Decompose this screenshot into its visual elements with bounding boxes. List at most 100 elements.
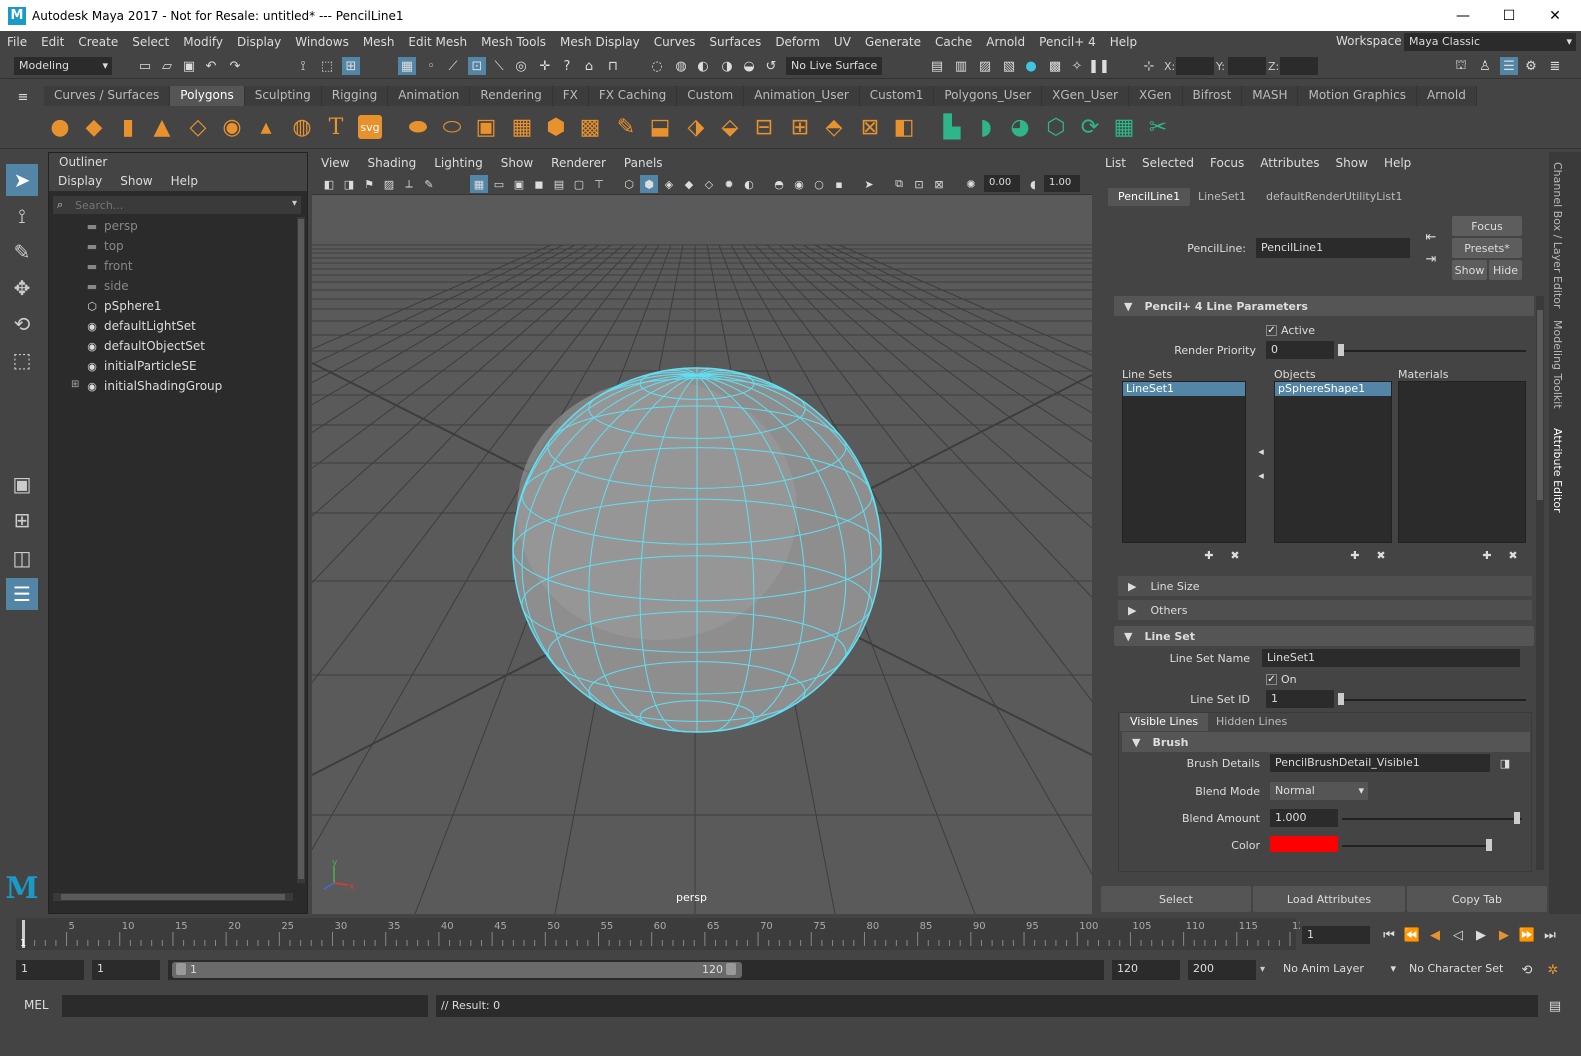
snap-curve-icon[interactable]: ◦ (422, 57, 440, 75)
append-icon[interactable]: ⬗ (682, 113, 710, 141)
lasso-tool-icon[interactable]: ⟟ (6, 200, 38, 232)
script-editor-icon[interactable]: ▤ (1546, 997, 1564, 1015)
uv-unfold-icon[interactable]: ⟳ (1076, 113, 1104, 141)
tab-attribute-editor[interactable]: Attribute Editor (1551, 428, 1564, 513)
play-forward-icon[interactable]: ▶ (1472, 926, 1490, 944)
bevel-icon[interactable]: ▩ (576, 113, 604, 141)
gate-mask-icon[interactable]: ◼ (530, 175, 548, 193)
paint-select-tool-icon[interactable]: ✎ (6, 236, 38, 268)
shelf-tab-curves-surfaces[interactable]: Curves / Surfaces (44, 86, 171, 106)
offset-edge-loop-icon[interactable]: ⊞ (786, 113, 814, 141)
outliner-item[interactable]: ◉ defaultObjectSet (85, 336, 205, 356)
fill-hole-icon[interactable]: ⬙ (716, 113, 744, 141)
four-view-icon[interactable]: ⊞ (6, 504, 38, 536)
viewport-menu-shading[interactable]: Shading (358, 156, 425, 170)
live-surface-field[interactable]: No Live Surface (786, 57, 882, 75)
ae-menu-focus[interactable]: Focus (1202, 156, 1252, 170)
outliner-vscrollbar[interactable] (297, 217, 305, 883)
gamma-icon[interactable]: ◖ (1024, 175, 1042, 193)
menu-mesh[interactable]: Mesh (356, 35, 402, 49)
uv-cylindrical-icon[interactable]: ◗ (972, 113, 1000, 141)
step-forward-key-icon[interactable]: ⏩ (1518, 926, 1536, 944)
menu-select[interactable]: Select (125, 35, 176, 49)
light-editor-icon[interactable]: ✧ (1068, 57, 1086, 75)
character-controls-icon[interactable]: ♙ (1476, 57, 1494, 75)
menu-pencil[interactable]: Pencil+ 4 (1032, 35, 1103, 49)
viewport-menu-show[interactable]: Show (492, 156, 542, 170)
attribute-editor-scrollbar[interactable] (1536, 296, 1544, 870)
shadows-icon[interactable]: ◐ (740, 175, 758, 193)
move-tool-icon[interactable]: ✥ (6, 272, 38, 304)
step-forward-frame-icon[interactable]: ▶ (1495, 926, 1513, 944)
snap-view-icon[interactable]: ⊡ (468, 57, 486, 75)
remove-left-arrow-icon[interactable]: ◂ (1252, 466, 1270, 484)
ae-menu-show[interactable]: Show (1328, 156, 1376, 170)
shelf-tab-fx[interactable]: FX (552, 86, 589, 106)
line-set-name-input[interactable]: LineSet1 (1262, 649, 1520, 667)
copy-tab-button[interactable]: Copy Tab (1407, 886, 1547, 912)
animation-end-input[interactable]: 200 (1188, 960, 1256, 980)
active-checkbox[interactable]: ✓ Active (1266, 324, 1315, 337)
camera-frame-icon[interactable]: ⧉ (890, 175, 908, 193)
blend-amount-slider[interactable] (1342, 818, 1522, 820)
textured-icon[interactable]: ◆ (680, 175, 698, 193)
tab-defaultrenderutilitylist1[interactable]: defaultRenderUtilityList1 (1256, 188, 1412, 206)
symmetry-icon[interactable]: ◑ (718, 57, 736, 75)
render-setup-icon[interactable]: ▩ (1046, 57, 1064, 75)
camera-select-icon[interactable]: ◧ (320, 175, 338, 193)
shelf-tab-polygons[interactable]: Polygons (170, 86, 245, 106)
outliner-menu-display[interactable]: Display (49, 174, 111, 188)
menu-edit[interactable]: Edit (34, 35, 71, 49)
character-set-dropdown[interactable]: No Character Set (1404, 960, 1510, 980)
ae-menu-selected[interactable]: Selected (1134, 156, 1202, 170)
hide-button[interactable]: Hide (1489, 260, 1522, 280)
x-input[interactable] (1176, 57, 1214, 75)
pause-icon[interactable]: ❚❚ (1088, 57, 1110, 75)
soft-select-icon[interactable]: ◐ (694, 57, 712, 75)
smooth-shade-icon[interactable]: ⬢ (640, 175, 658, 193)
add-object-icon[interactable]: ✚ (1346, 546, 1364, 564)
outliner-item[interactable]: ▬ top (85, 236, 124, 256)
film-gate-icon[interactable]: ▭ (490, 175, 508, 193)
animation-start-input[interactable]: 1 (16, 960, 84, 980)
shelf-tab-fx-caching[interactable]: FX Caching (588, 86, 678, 106)
shelf-tab-bifrost[interactable]: Bifrost (1182, 86, 1243, 106)
snap-surface-icon[interactable]: ⟍ (490, 57, 508, 75)
outliner-hscrollbar[interactable] (53, 893, 293, 901)
anti-alias-icon[interactable]: ○ (810, 175, 828, 193)
menu-cache[interactable]: Cache (928, 35, 979, 49)
snap-grid-icon[interactable]: ▦ (398, 57, 416, 75)
expand-icon[interactable]: ⊞ (71, 379, 79, 390)
depth-of-field-icon[interactable]: ▪ (830, 175, 848, 193)
blend-mode-dropdown[interactable]: Normal ▾ (1270, 782, 1368, 800)
uv-editor-icon[interactable]: ✂ (1144, 113, 1172, 141)
go-to-output-icon[interactable]: ⇥ (1422, 250, 1440, 268)
combine-icon[interactable]: ⬬ (404, 113, 432, 141)
single-view-icon[interactable]: ▣ (6, 468, 38, 500)
show-button[interactable]: Show (1452, 260, 1487, 280)
section-line-set[interactable]: ▼ Line Set (1114, 626, 1534, 646)
collapse-icon[interactable]: ⊠ (856, 113, 884, 141)
go-to-start-icon[interactable]: ⏮ (1380, 926, 1398, 944)
menu-modify[interactable]: Modify (176, 35, 230, 49)
gamma-input[interactable]: 1.00 (1044, 175, 1080, 192)
multi-cut-icon[interactable]: ✎ (612, 113, 640, 141)
poly-cube-icon[interactable]: ◆ (80, 113, 108, 141)
tab-lineset1[interactable]: LineSet1 (1188, 188, 1256, 206)
play-backward-icon[interactable]: ◁ (1449, 926, 1467, 944)
poly-sphere-icon[interactable]: ● (46, 113, 74, 141)
outliner-item[interactable]: ▬ persp (85, 216, 138, 236)
close-button[interactable]: ✕ (1532, 0, 1578, 31)
separate-icon[interactable]: ⬭ (438, 113, 466, 141)
range-end-grip[interactable] (726, 963, 736, 975)
poly-pyramid-icon[interactable]: ▴ (252, 113, 280, 141)
tab-channel-box[interactable]: Channel Box / Layer Editor (1551, 162, 1564, 309)
menu-deform[interactable]: Deform (768, 35, 827, 49)
add-left-arrow-icon[interactable]: ◂ (1252, 442, 1270, 460)
menu-curves[interactable]: Curves (647, 35, 703, 49)
smooth-icon[interactable]: ▣ (472, 113, 500, 141)
svg-tool-icon[interactable]: svg (358, 115, 382, 139)
add-lineset-icon[interactable]: ✚ (1200, 546, 1218, 564)
tab-visible-lines[interactable]: Visible Lines (1120, 713, 1209, 731)
shelf-tab-custom[interactable]: Custom (677, 86, 745, 106)
